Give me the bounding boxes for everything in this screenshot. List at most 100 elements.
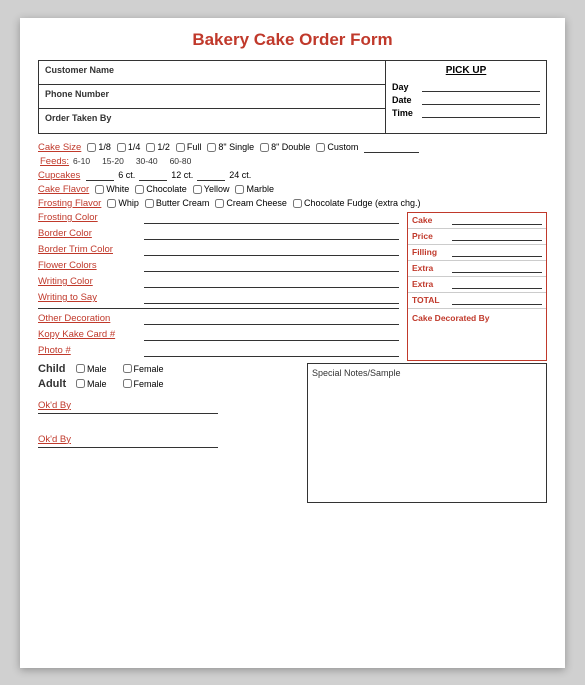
adult-female-label: Female (134, 379, 164, 389)
child-male-checkbox[interactable] (76, 364, 85, 373)
phone-label: Phone Number (45, 89, 379, 99)
border-trim-color-line (144, 244, 399, 256)
size-custom: Custom (316, 142, 358, 152)
flavor-yellow: Yellow (193, 184, 230, 194)
size-1-8: 1/8 (87, 142, 111, 152)
time-label: Time (392, 108, 422, 118)
child-female-label: Female (134, 364, 164, 374)
child-row: Child Male Female (38, 363, 301, 375)
frosting-choc-fudge: Chocolate Fudge (extra chg.) (293, 198, 421, 208)
flavor-chocolate-checkbox[interactable] (135, 185, 144, 194)
price-price-label: Price (412, 231, 450, 241)
frosting-butter: Butter Cream (145, 198, 210, 208)
cupcakes-qty3-input[interactable] (197, 170, 225, 181)
price-total-label: TOTAL (412, 295, 450, 305)
adult-male: Male (76, 379, 107, 389)
price-extra1-line (452, 263, 542, 273)
flavor-white: White (95, 184, 129, 194)
frosting-choc-fudge-checkbox[interactable] (293, 199, 302, 208)
feeds-nums: 6-10 15-20 30-40 60-80 (73, 156, 191, 166)
child-male-label: Male (87, 364, 107, 374)
flavor-white-checkbox[interactable] (95, 185, 104, 194)
flavor-marble-checkbox[interactable] (235, 185, 244, 194)
adult-label: Adult (38, 378, 76, 390)
frosting-butter-checkbox[interactable] (145, 199, 154, 208)
page: Bakery Cake Order Form Customer Name Pho… (20, 18, 565, 668)
size-full: Full (176, 142, 202, 152)
pickup-title: PICK UP (392, 65, 540, 76)
adult-row: Adult Male Female (38, 378, 301, 390)
other-decoration-line (144, 313, 399, 325)
flavor-yellow-checkbox[interactable] (193, 185, 202, 194)
pickup-section: PICK UP Day Date Time (386, 61, 546, 133)
okd-by-1: Ok'd By (38, 400, 301, 414)
decorated-by-space (408, 327, 546, 357)
frosting-flavor-row: Frosting Flavor Whip Butter Cream Cream … (38, 198, 547, 209)
price-extra1-label: Extra (412, 263, 450, 273)
size-8-single-checkbox[interactable] (207, 143, 216, 152)
date-label: Date (392, 95, 422, 105)
main-content: Frosting Color Border Color Border Trim … (38, 212, 547, 361)
writing-color-row: Writing Color (38, 276, 399, 288)
size-1-4-checkbox[interactable] (117, 143, 126, 152)
adult-male-checkbox[interactable] (76, 379, 85, 388)
size-8-double-checkbox[interactable] (260, 143, 269, 152)
other-decoration-label: Other Decoration (38, 313, 138, 324)
frosting-color-line (144, 212, 399, 224)
okd-by-2: Ok'd By (38, 434, 301, 448)
flower-colors-line (144, 260, 399, 272)
price-price-row: Price (408, 229, 546, 245)
size-1-2-checkbox[interactable] (146, 143, 155, 152)
kopy-kake-line (144, 329, 399, 341)
price-extra1-row: Extra (408, 261, 546, 277)
photo-label: Photo # (38, 345, 138, 356)
adult-male-label: Male (87, 379, 107, 389)
size-1-8-checkbox[interactable] (87, 143, 96, 152)
okd-by-2-label: Ok'd By (38, 434, 71, 445)
size-8-double: 8" Double (260, 142, 310, 152)
child-label: Child (38, 363, 76, 375)
size-1-4: 1/4 (117, 142, 141, 152)
frosting-cream-cheese-checkbox[interactable] (215, 199, 224, 208)
photo-row: Photo # (38, 345, 399, 357)
cake-flavor-row: Cake Flavor White Chocolate Yellow Marbl… (38, 184, 547, 195)
okd-by-1-line (38, 413, 218, 414)
price-extra2-row: Extra (408, 277, 546, 293)
child-female-checkbox[interactable] (123, 364, 132, 373)
cake-flavor-label: Cake Flavor (38, 184, 89, 195)
photo-line (144, 345, 399, 357)
kopy-kake-row: Kopy Kake Card # (38, 329, 399, 341)
flower-colors-label: Flower Colors (38, 260, 138, 271)
okd-by-1-label: Ok'd By (38, 400, 71, 411)
customer-name-label: Customer Name (45, 65, 379, 75)
other-decoration-row: Other Decoration (38, 313, 399, 325)
time-row: Time (392, 108, 540, 118)
cupcakes-qty1-input[interactable] (86, 170, 114, 181)
price-total-line (452, 295, 542, 305)
date-line (422, 95, 540, 105)
custom-size-input[interactable] (364, 142, 419, 153)
frosting-whip-checkbox[interactable] (107, 199, 116, 208)
feeds-label: Feeds: (40, 156, 69, 167)
page-title: Bakery Cake Order Form (38, 30, 547, 50)
frosting-color-row: Frosting Color (38, 212, 399, 224)
frosting-cream-cheese: Cream Cheese (215, 198, 287, 208)
size-custom-checkbox[interactable] (316, 143, 325, 152)
border-trim-color-label: Border Trim Color (38, 244, 138, 255)
writing-color-line (144, 276, 399, 288)
cupcakes-qty2-input[interactable] (139, 170, 167, 181)
feeds-row: Feeds: 6-10 15-20 30-40 60-80 (40, 156, 547, 167)
adult-female-checkbox[interactable] (123, 379, 132, 388)
customer-name-row: Customer Name (39, 61, 385, 85)
day-line (422, 82, 540, 92)
price-filling-label: Filling (412, 247, 450, 257)
writing-to-say-line2 (38, 308, 399, 309)
price-cake-line (452, 215, 542, 225)
size-full-checkbox[interactable] (176, 143, 185, 152)
size-8-single: 8" Single (207, 142, 254, 152)
border-color-label: Border Color (38, 228, 138, 239)
price-extra2-label: Extra (412, 279, 450, 289)
form-left: Frosting Color Border Color Border Trim … (38, 212, 399, 361)
price-filling-row: Filling (408, 245, 546, 261)
flavor-chocolate: Chocolate (135, 184, 187, 194)
